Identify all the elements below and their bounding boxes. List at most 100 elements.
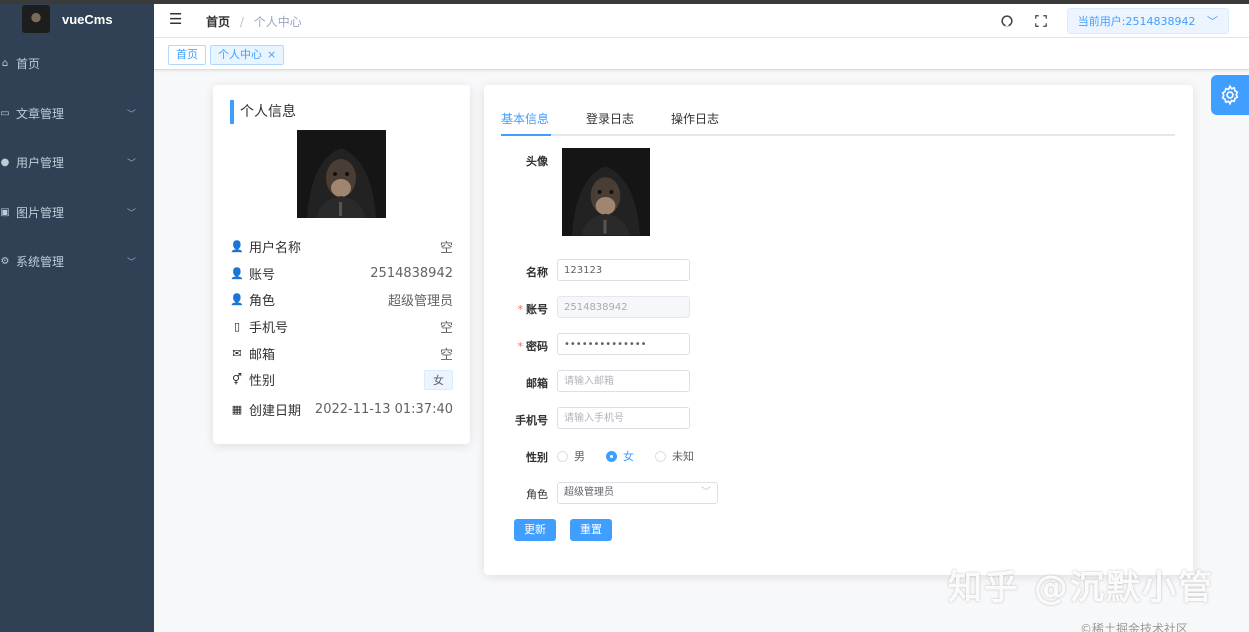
info-label: 角色 xyxy=(249,294,276,310)
tab-operation-log[interactable]: 操作日志 xyxy=(671,110,719,136)
update-button[interactable]: 更新 xyxy=(514,519,556,541)
phone-input[interactable] xyxy=(557,407,690,429)
gear-icon xyxy=(1221,84,1239,106)
profile-card-title: 个人信息 xyxy=(230,100,296,124)
fullscreen-icon[interactable] xyxy=(1033,13,1049,29)
chevron-down-icon: ﹀ xyxy=(126,258,136,269)
sidebar-item-images[interactable]: ▣ 图片管理 ﹀ xyxy=(0,188,154,238)
sidebar-item-label: 文章管理 xyxy=(16,106,65,121)
profile-avatar xyxy=(297,130,386,218)
current-user-label: 当前用户:2514838942 xyxy=(1077,15,1196,28)
hamburger-icon[interactable]: ☰ xyxy=(169,10,182,28)
chevron-down-icon: ﹀ xyxy=(1207,15,1218,28)
info-row-phone: ▯ 手机号 空 xyxy=(230,313,453,340)
info-value: 超级管理员 xyxy=(387,294,453,310)
sidebar-item-label: 图片管理 xyxy=(16,205,65,220)
calendar-icon: ▦ xyxy=(231,402,243,416)
user-icon: 👤 xyxy=(230,266,244,280)
sidebar-item-articles[interactable]: ▭ 文章管理 ﹀ xyxy=(0,89,154,139)
gender-label: 性别 xyxy=(526,451,548,464)
chevron-down-icon: ﹀ xyxy=(701,487,711,498)
info-value: 空 xyxy=(439,240,453,256)
name-label: 名称 xyxy=(526,266,548,279)
password-input[interactable] xyxy=(557,333,690,355)
info-label: 账号 xyxy=(249,267,276,283)
tab-login-log[interactable]: 登录日志 xyxy=(586,110,634,136)
breadcrumb-current: 个人中心 xyxy=(253,15,302,29)
tabs: 基本信息 登录日志 操作日志 xyxy=(501,110,1175,136)
sidebar-item-label: 首页 xyxy=(16,57,41,72)
info-row-role: 👤 角色 超级管理员 xyxy=(230,286,453,313)
user-icon: 👤 xyxy=(230,293,244,307)
email-input[interactable] xyxy=(557,370,690,392)
sidebar-logo[interactable]: vueCms xyxy=(0,4,154,34)
tab-basic-info[interactable]: 基本信息 xyxy=(501,110,549,136)
radio-female[interactable]: 女 xyxy=(606,448,634,464)
role-select[interactable]: 超级管理员 ﹀ xyxy=(557,482,718,504)
info-value: 空 xyxy=(439,320,453,336)
radio-dot xyxy=(606,450,617,462)
info-value: 2022-11-13 01:37:40 xyxy=(314,401,453,417)
sidebar-item-label: 用户管理 xyxy=(16,156,65,171)
sidebar-item-users[interactable]: ● 用户管理 ﹀ xyxy=(0,138,154,188)
role-select-value: 超级管理员 xyxy=(564,487,614,498)
tags-view: 首页 个人中心 × xyxy=(154,38,1249,70)
info-label: 用户名称 xyxy=(249,240,302,256)
password-label-text: 密码 xyxy=(526,340,548,353)
watermark: 知乎 @沉默小管 xyxy=(948,568,1214,608)
radio-dot xyxy=(557,450,568,462)
top-header: ☰ 首页 / 个人中心 当前用户:2514838942 ﹀ xyxy=(154,4,1249,38)
avatar-upload[interactable] xyxy=(562,148,650,236)
tag-profile[interactable]: 个人中心 × xyxy=(210,45,285,65)
info-label: 性别 xyxy=(249,374,276,390)
profile-info-list: 👤 用户名称 空 👤 账号 2514838942 👤 角色 超级管理员 ▯ 手机号 空 … xyxy=(230,233,453,423)
sidebar-item-home[interactable]: ⌂ 首页 xyxy=(0,39,154,89)
user-icon: 👤 xyxy=(230,239,244,253)
github-icon[interactable] xyxy=(999,13,1015,29)
settings-icon: ⚙ xyxy=(0,256,10,268)
user-icon: ● xyxy=(0,157,10,169)
chevron-down-icon: ﹀ xyxy=(126,159,136,170)
chevron-down-icon: ﹀ xyxy=(126,109,136,120)
radio-unknown[interactable]: 未知 xyxy=(655,448,694,464)
avatar-label: 头像 xyxy=(526,155,548,168)
current-user-dropdown[interactable]: 当前用户:2514838942 ﹀ xyxy=(1066,8,1229,34)
profile-card: 个人信息 👤 用户名称 空 👤 账号 2514838942 👤 角色 超级管理员 ▯ 手… xyxy=(213,85,470,444)
email-label: 邮箱 xyxy=(526,377,548,390)
account-label: * 账号 xyxy=(517,303,549,316)
info-row-email: ✉ 邮箱 空 xyxy=(230,340,453,367)
gender-icon: ⚥ xyxy=(232,373,242,387)
phone-icon: ▯ xyxy=(233,319,241,333)
profile-form-card: 基本信息 登录日志 操作日志 头像 名称 *账号 *密码 邮箱 手机号 性别 男… xyxy=(484,85,1193,575)
home-icon: ⌂ xyxy=(1,58,9,70)
breadcrumb-home[interactable]: 首页 xyxy=(206,15,230,29)
mail-icon: ✉ xyxy=(232,346,242,360)
info-label: 手机号 xyxy=(249,320,289,336)
tab-active-indicator xyxy=(501,134,551,136)
info-row-account: 👤 账号 2514838942 xyxy=(230,260,453,287)
reset-button[interactable]: 重置 xyxy=(570,519,612,541)
radio-male[interactable]: 男 xyxy=(557,448,585,464)
gender-tag: 女 xyxy=(424,369,453,390)
info-value: 空 xyxy=(439,347,453,363)
account-input xyxy=(557,296,690,318)
password-label: * 密码 xyxy=(517,340,549,353)
name-input[interactable] xyxy=(557,259,690,281)
breadcrumb-separator: / xyxy=(239,15,244,29)
sidebar-item-system[interactable]: ⚙ 系统管理 ﹀ xyxy=(0,237,154,287)
settings-button[interactable] xyxy=(1211,75,1249,115)
app-title: vueCms xyxy=(62,11,113,27)
logo-avatar xyxy=(22,5,50,33)
gender-radio-group: 男 女 未知 xyxy=(557,448,715,464)
close-icon[interactable]: × xyxy=(267,48,276,61)
info-row-gender: ⚥ 性别 女 xyxy=(230,366,453,393)
radio-label: 女 xyxy=(623,450,634,463)
account-label-text: 账号 xyxy=(526,303,548,316)
info-row-username: 👤 用户名称 空 xyxy=(230,233,453,260)
sidebar: vueCms ⌂ 首页 ▭ 文章管理 ﹀ ● 用户管理 ﹀ ▣ 图片管理 ﹀ ⚙… xyxy=(0,4,154,632)
sidebar-item-label: 系统管理 xyxy=(16,255,65,270)
article-icon: ▭ xyxy=(0,107,10,119)
tag-home[interactable]: 首页 xyxy=(168,45,206,65)
info-value: 2514838942 xyxy=(370,265,453,281)
info-row-created: ▦ 创建日期 2022-11-13 01:37:40 xyxy=(230,396,453,423)
